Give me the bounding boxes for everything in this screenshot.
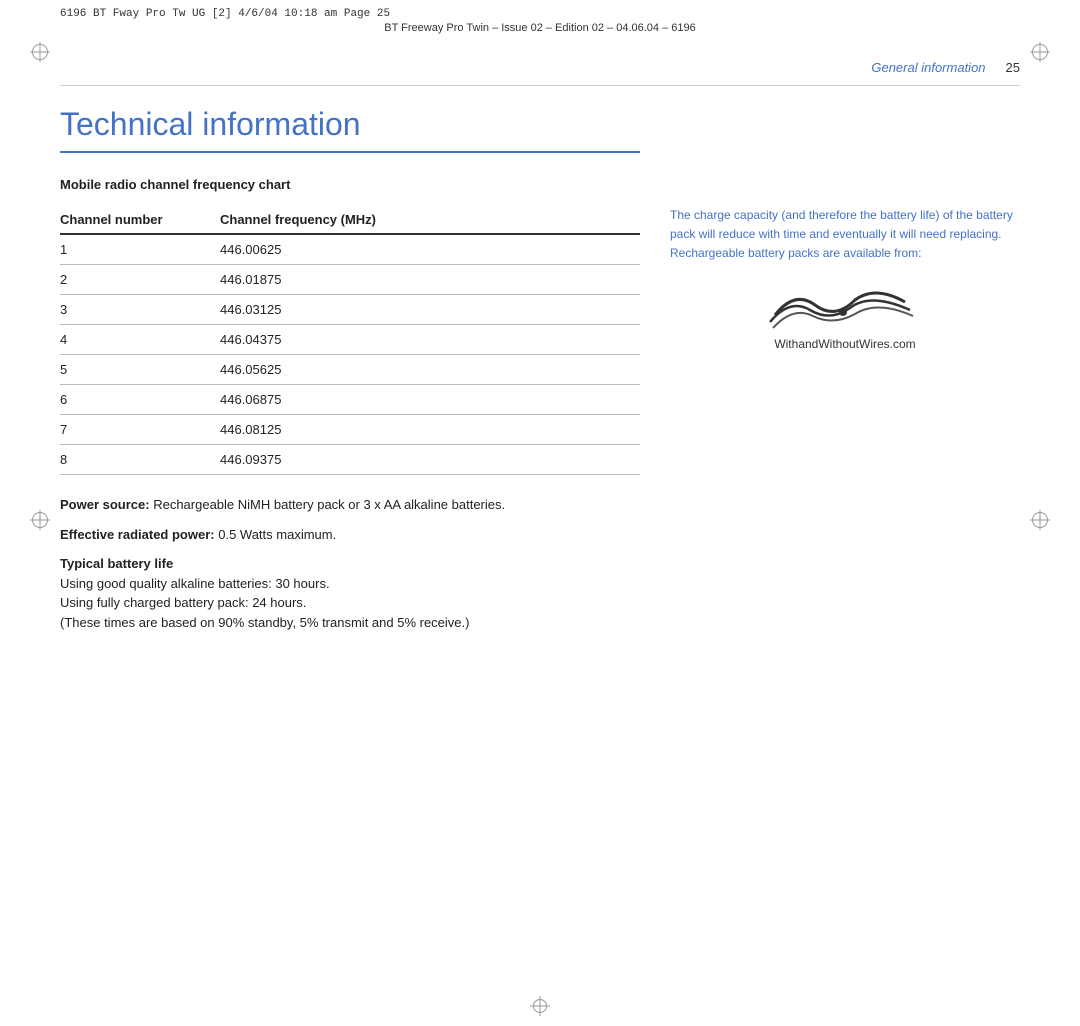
content-area: General information 25 Technical informa… xyxy=(60,60,1020,986)
channel-number-cell: 4 xyxy=(60,325,220,355)
power-info: Power source: Rechargeable NiMH battery … xyxy=(60,495,640,632)
reg-mark-bottom xyxy=(530,996,550,1016)
section-title: General information xyxy=(871,60,985,75)
radiated-power-text: 0.5 Watts maximum. xyxy=(215,527,337,542)
reg-mark-top-right xyxy=(1030,42,1050,62)
chart-section-title: Mobile radio channel frequency chart xyxy=(60,177,640,192)
battery-life-section: Typical battery life Using good quality … xyxy=(60,554,640,632)
channel-number-cell: 7 xyxy=(60,415,220,445)
reg-mark-mid-left xyxy=(30,510,50,530)
channel-freq-cell: 446.03125 xyxy=(220,295,640,325)
battery-life-title: Typical battery life xyxy=(60,556,173,571)
channel-number-cell: 6 xyxy=(60,385,220,415)
main-columns: Technical information Mobile radio chann… xyxy=(60,106,1020,986)
channel-freq-cell: 446.05625 xyxy=(220,355,640,385)
table-row: 3446.03125 xyxy=(60,295,640,325)
channel-number-cell: 1 xyxy=(60,234,220,265)
page-number: 25 xyxy=(1006,60,1020,75)
table-row: 5446.05625 xyxy=(60,355,640,385)
col2-header: Channel frequency (MHz) xyxy=(220,206,640,234)
battery-life-line2: Using fully charged battery pack: 24 hou… xyxy=(60,595,306,610)
tech-title: Technical information xyxy=(60,106,640,153)
left-column: Technical information Mobile radio chann… xyxy=(60,106,640,986)
channel-number-cell: 5 xyxy=(60,355,220,385)
channel-freq-cell: 446.04375 xyxy=(220,325,640,355)
sidebar-text: The charge capacity (and therefore the b… xyxy=(670,206,1020,264)
radiated-power-para: Effective radiated power: 0.5 Watts maxi… xyxy=(60,525,640,545)
table-row: 8446.09375 xyxy=(60,445,640,475)
power-source-text: Rechargeable NiMH battery pack or 3 x AA… xyxy=(150,497,506,512)
filename-line1: 6196 BT Fway Pro Tw UG [2] 4/6/04 10:18 … xyxy=(0,8,1080,20)
frequency-table: Channel number Channel frequency (MHz) 1… xyxy=(60,206,640,475)
page-header: General information 25 xyxy=(60,60,1020,86)
reg-mark-mid-right xyxy=(1030,510,1050,530)
reg-mark-top-left xyxy=(30,42,50,62)
top-bar: 6196 BT Fway Pro Tw UG [2] 4/6/04 10:18 … xyxy=(0,8,1080,34)
logo-text: WithandWithoutWires.com xyxy=(670,337,1020,351)
radiated-power-label: Effective radiated power: xyxy=(60,527,215,542)
channel-freq-cell: 446.06875 xyxy=(220,385,640,415)
channel-freq-cell: 446.00625 xyxy=(220,234,640,265)
battery-life-line1: Using good quality alkaline batteries: 3… xyxy=(60,576,330,591)
table-row: 7446.08125 xyxy=(60,415,640,445)
channel-number-cell: 3 xyxy=(60,295,220,325)
page-wrapper: 6196 BT Fway Pro Tw UG [2] 4/6/04 10:18 … xyxy=(0,0,1080,1026)
table-row: 1446.00625 xyxy=(60,234,640,265)
logo-waves-svg xyxy=(765,280,925,330)
power-source-label: Power source: xyxy=(60,497,150,512)
col1-header: Channel number xyxy=(60,206,220,234)
table-row: 4446.04375 xyxy=(60,325,640,355)
channel-number-cell: 2 xyxy=(60,265,220,295)
logo-area: WithandWithoutWires.com xyxy=(670,280,1020,351)
table-row: 6446.06875 xyxy=(60,385,640,415)
subtitle-line: BT Freeway Pro Twin – Issue 02 – Edition… xyxy=(0,22,1080,34)
channel-freq-cell: 446.08125 xyxy=(220,415,640,445)
channel-number-cell: 8 xyxy=(60,445,220,475)
battery-life-line3: (These times are based on 90% standby, 5… xyxy=(60,615,469,630)
channel-freq-cell: 446.09375 xyxy=(220,445,640,475)
right-column: The charge capacity (and therefore the b… xyxy=(670,106,1020,986)
power-source-para: Power source: Rechargeable NiMH battery … xyxy=(60,495,640,515)
page-header-right: General information 25 xyxy=(871,60,1020,75)
channel-freq-cell: 446.01875 xyxy=(220,265,640,295)
table-row: 2446.01875 xyxy=(60,265,640,295)
